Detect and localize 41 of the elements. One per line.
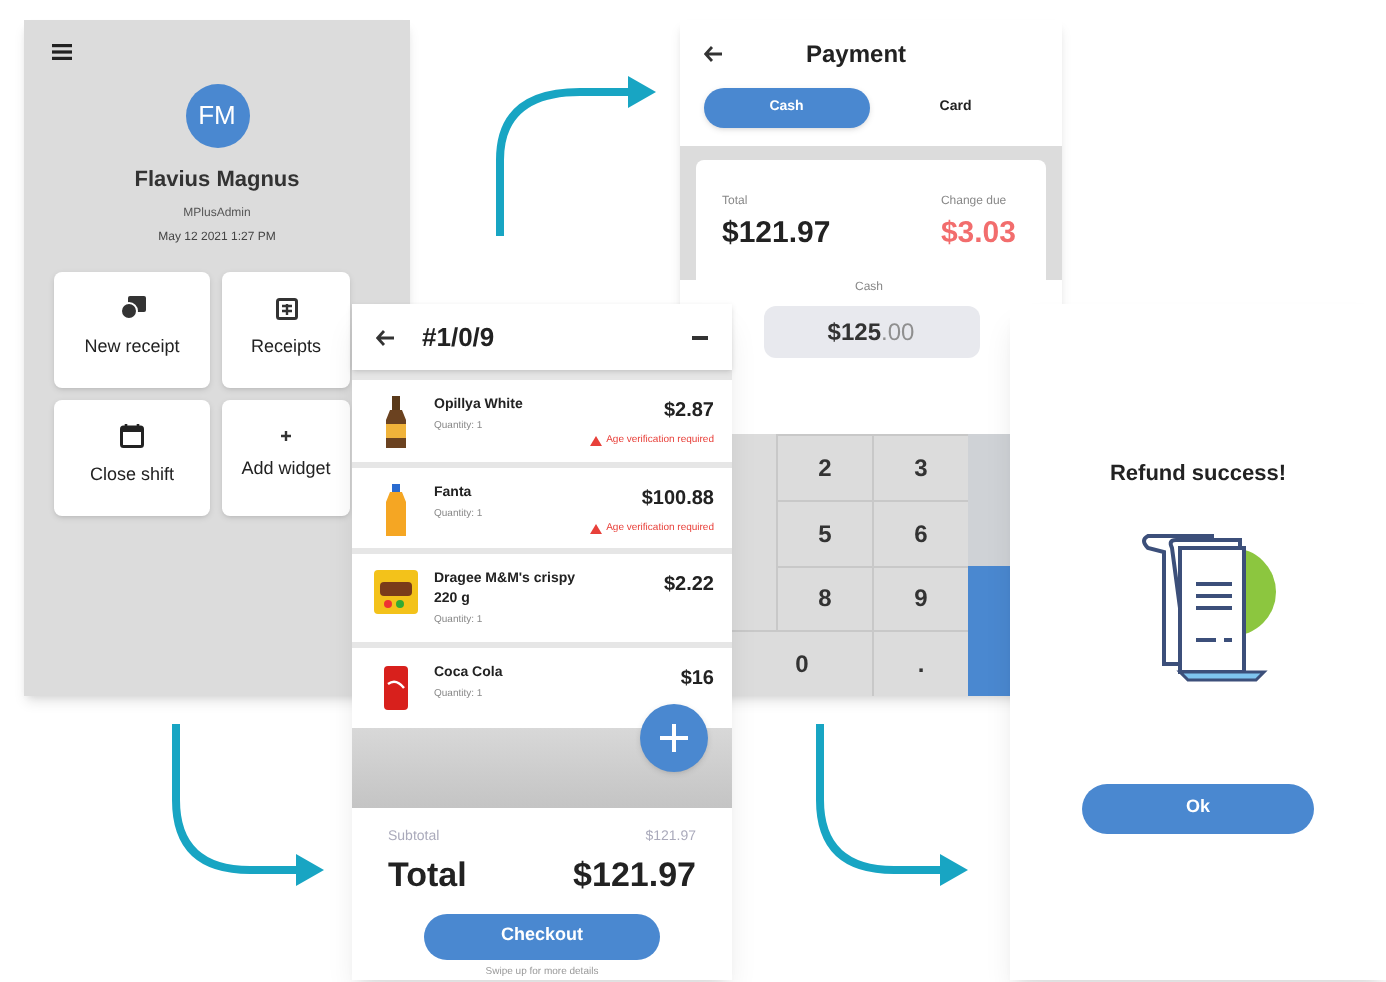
menu-icon[interactable] [52,44,72,60]
product-photo-placeholder [380,396,412,448]
keypad-key[interactable]: 5 [776,499,872,565]
keypad-key[interactable]: . [872,630,968,696]
tile-button[interactable]: Receipts [222,271,350,387]
product-photo-placeholder [384,483,408,536]
keypad-key[interactable]: 2 [776,434,872,500]
keypad-key[interactable]: 3 [872,434,968,500]
product-photo-placeholder [374,570,418,615]
keypad-key[interactable]: 8 [776,565,872,631]
tile-button[interactable]: Add widget [222,399,350,515]
total-amount: $121.97 [722,214,831,254]
product-price: $16 [680,665,714,694]
back-arrow-icon[interactable] [376,329,394,345]
keypad-key[interactable]: 6 [872,499,968,565]
tile-button[interactable]: New receipt [54,271,210,387]
change-due-amount: $3.03 [940,214,1016,254]
receipt-number: #1/0/9 [422,319,495,356]
cash-input-field[interactable]: $125.00 [763,306,979,358]
ok-button[interactable]: Ok [1082,783,1314,833]
calendar-icon [120,424,144,449]
plus-icon [280,430,292,443]
plus-icon [660,723,688,752]
refund-title: Refund success! [1109,460,1287,490]
product-photo-placeholder [384,663,408,712]
product-price: $100.88 [641,485,714,514]
keypad-key[interactable]: 9 [872,565,968,631]
warning-icon [590,523,603,534]
product-price: $2.87 [663,398,714,426]
receipt-stack-icon [119,296,145,321]
avatar: FM [185,84,249,148]
warning-icon [590,436,603,447]
total-amount: $121.97 [573,854,696,898]
screen-title: Payment [806,38,907,72]
checkout-button[interactable]: Checkout [424,913,660,959]
back-arrow-icon[interactable] [704,46,722,62]
user-name: Flavius Magnus [134,166,300,196]
grid-list-icon [275,297,297,320]
product-price: $2.22 [663,572,714,601]
tile-button[interactable]: Close shift [54,399,210,515]
total-label: Total [388,854,467,898]
